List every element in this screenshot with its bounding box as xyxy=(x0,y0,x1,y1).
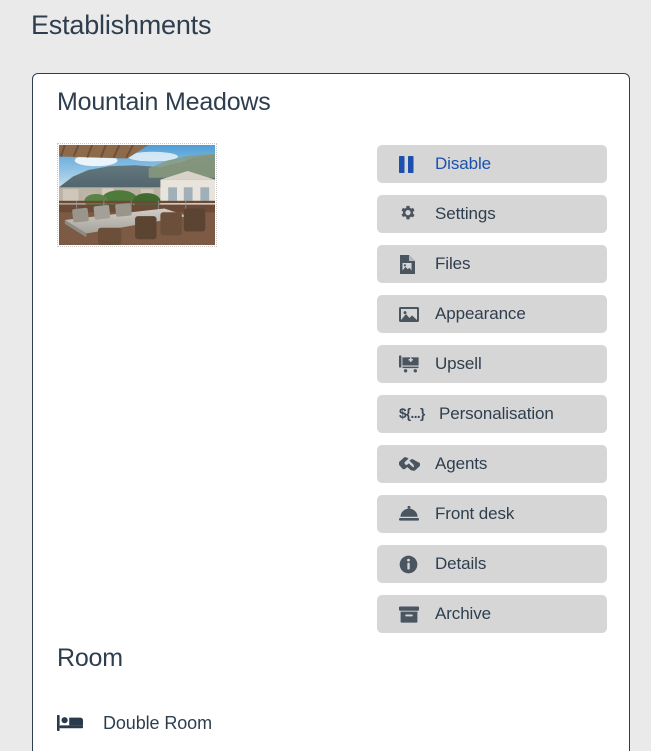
action-label: Settings xyxy=(435,204,496,223)
action-label: Archive xyxy=(435,604,491,623)
handshake-icon xyxy=(399,454,421,474)
action-label: Upsell xyxy=(435,354,482,373)
token-glyph-icon: ${...} xyxy=(399,404,435,424)
action-button-upsell[interactable]: Upsell xyxy=(377,345,607,383)
archive-box-icon xyxy=(399,604,421,624)
establishment-card: Mountain Meadows Disable Settings Files … xyxy=(32,73,630,751)
action-label: Agents xyxy=(435,454,488,473)
action-button-appearance[interactable]: Appearance xyxy=(377,295,607,333)
establishment-actions: Disable Settings Files Appearance Upsell… xyxy=(377,145,607,633)
room-name: Double Room xyxy=(103,713,212,733)
action-button-front-desk[interactable]: Front desk xyxy=(377,495,607,533)
info-circle-icon xyxy=(399,554,421,574)
action-button-files[interactable]: Files xyxy=(377,245,607,283)
pause-icon xyxy=(399,154,421,174)
bed-icon xyxy=(57,712,83,734)
action-label: Files xyxy=(435,254,471,273)
action-button-archive[interactable]: Archive xyxy=(377,595,607,633)
establishment-name: Mountain Meadows xyxy=(57,88,271,116)
action-label: Appearance xyxy=(435,304,526,323)
action-label: Personalisation xyxy=(439,404,554,423)
image-icon xyxy=(399,304,421,324)
concierge-bell-icon xyxy=(399,504,421,524)
terrace-mountain-view-photo xyxy=(59,145,215,245)
file-image-icon xyxy=(399,254,421,274)
action-label: Front desk xyxy=(435,504,515,523)
establishment-thumbnail[interactable] xyxy=(57,143,217,247)
action-label: Disable xyxy=(435,154,491,173)
page-title: Establishments xyxy=(31,10,212,40)
token-glyph-text: ${...} xyxy=(399,406,425,421)
action-button-details[interactable]: Details xyxy=(377,545,607,583)
action-button-personalisation[interactable]: ${...} Personalisation xyxy=(377,395,607,433)
action-button-agents[interactable]: Agents xyxy=(377,445,607,483)
action-button-disable[interactable]: Disable xyxy=(377,145,607,183)
room-section-heading: Room xyxy=(57,644,123,672)
action-label: Details xyxy=(435,554,487,573)
cart-plus-icon xyxy=(399,354,421,374)
gear-icon xyxy=(399,204,421,224)
action-button-settings[interactable]: Settings xyxy=(377,195,607,233)
room-list-item[interactable]: Double Room xyxy=(57,712,212,734)
